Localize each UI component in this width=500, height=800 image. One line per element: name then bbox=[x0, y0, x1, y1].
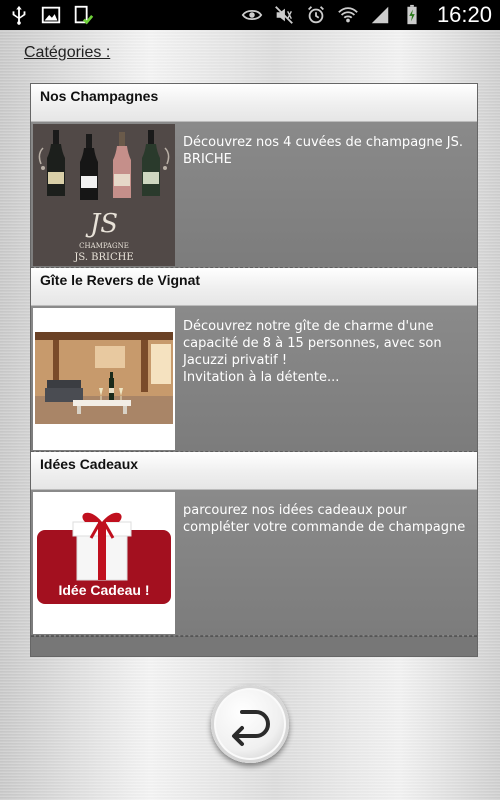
list-item-gite[interactable]: Découvrez notre gîte de charme d'une cap… bbox=[31, 306, 477, 452]
back-button[interactable] bbox=[211, 685, 289, 763]
list-item-champagnes[interactable]: JS CHAMPAGNE JS. BRICHE Découvrez nos 4 … bbox=[31, 122, 477, 268]
download-check-icon bbox=[72, 4, 94, 26]
svg-text:JS. BRICHE: JS. BRICHE bbox=[73, 252, 133, 263]
section-header-gifts: Idées Cadeaux bbox=[31, 452, 477, 490]
alarm-icon bbox=[305, 4, 327, 26]
status-bar-right: 16:20 bbox=[241, 2, 492, 28]
categories-label: Catégories : bbox=[24, 44, 111, 61]
mute-icon bbox=[273, 4, 295, 26]
gite-living-room-image bbox=[33, 308, 175, 450]
image-icon bbox=[40, 4, 62, 26]
status-time: 16:20 bbox=[436, 2, 492, 27]
champagne-bottles-image: JS CHAMPAGNE JS. BRICHE bbox=[33, 124, 175, 266]
back-arrow-icon bbox=[232, 710, 270, 746]
usb-icon bbox=[8, 4, 30, 26]
battery-charging-icon bbox=[401, 4, 423, 26]
wifi-icon bbox=[337, 4, 359, 26]
section-header-gite: Gîte le Revers de Vignat bbox=[31, 268, 477, 306]
signal-icon bbox=[369, 4, 391, 26]
list-item-gifts[interactable]: Idée Cadeau ! parcourez nos idées cadeau… bbox=[31, 490, 477, 636]
status-bar: 16:20 bbox=[0, 0, 500, 30]
section-header-champagnes: Nos Champagnes bbox=[31, 84, 477, 122]
svg-text:JS: JS bbox=[85, 209, 118, 239]
categories-list[interactable]: Nos Champagnes JS CHAMPAGNE JS. BRICHE D… bbox=[30, 83, 478, 657]
panel-footer bbox=[31, 636, 477, 656]
gift-idea-image: Idée Cadeau ! bbox=[33, 492, 175, 634]
svg-text:CHAMPAGNE: CHAMPAGNE bbox=[79, 242, 129, 250]
section-description-gifts: parcourez nos idées cadeaux pour complét… bbox=[183, 503, 466, 535]
svg-text:Idée Cadeau !: Idée Cadeau ! bbox=[58, 582, 149, 598]
section-description-gite: Découvrez notre gîte de charme d'une cap… bbox=[183, 319, 442, 385]
status-bar-left bbox=[8, 4, 94, 26]
section-description-champagnes: Découvrez nos 4 cuvées de champagne JS. … bbox=[183, 135, 463, 167]
eye-icon bbox=[241, 4, 263, 26]
